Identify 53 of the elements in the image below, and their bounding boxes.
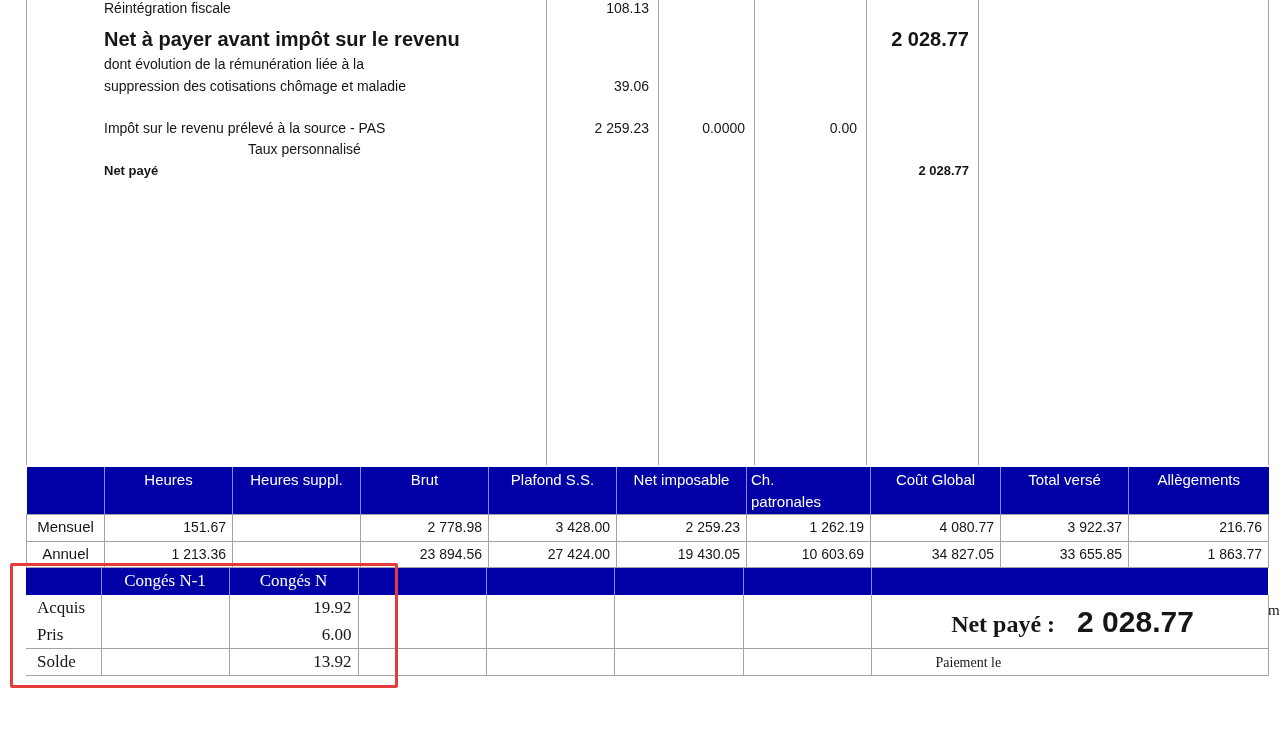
column-header: Allègements	[1128, 467, 1269, 514]
line-label: Impôt sur le revenu prélevé à la source - PAS	[104, 120, 386, 136]
leave-value: 19.92	[313, 598, 352, 618]
row-label: Acquis	[37, 598, 86, 618]
amount-value: 39.06	[613, 77, 649, 94]
table-value: 23 894.56	[419, 545, 482, 562]
net-pay-label: Net payé :	[951, 609, 1056, 639]
table-value: 4 080.77	[939, 519, 994, 535]
net-amount: 2 028.77	[918, 163, 969, 178]
line-label: dont évolution de la rémunération liée à la	[104, 55, 364, 72]
table-value: 34 827.05	[931, 545, 994, 562]
row-label: Annuel	[42, 544, 89, 562]
payment-date-label: Paiement le	[935, 655, 1002, 670]
column-header: Heures	[104, 467, 233, 514]
table-value: 1 262.19	[809, 519, 864, 535]
column-header: Net imposable	[616, 467, 747, 514]
column-header: Brut	[360, 467, 489, 514]
column-header: Congés N	[229, 567, 358, 595]
table-value: 33 655.85	[1059, 545, 1122, 562]
column-header: Total versé	[1000, 467, 1129, 514]
table-value: 3 922.37	[1067, 519, 1122, 535]
table-value: 1 863.77	[1207, 545, 1262, 562]
table-value: 10 603.69	[801, 545, 864, 562]
line-label: Taux personnalisé	[248, 141, 361, 157]
table-value: 2 778.98	[427, 519, 482, 535]
section-heading: Net à payer avant impôt sur le revenu	[104, 28, 460, 50]
table-value: 27 424.00	[547, 545, 610, 562]
column-header: Congés N-1	[101, 567, 229, 595]
amount-value: 2 259.23	[594, 120, 649, 136]
table-value: 3 428.00	[555, 519, 610, 535]
net-pay-amount: 2 028.77	[1077, 603, 1194, 640]
row-label: Pris	[37, 625, 64, 644]
table-value: 19 430.05	[677, 545, 740, 562]
table-value: 1 213.36	[171, 545, 226, 562]
row-label: Solde	[37, 652, 76, 671]
table-value: 151.67	[183, 519, 226, 535]
row-label: Mensuel	[37, 518, 94, 536]
leave-value: 13.92	[313, 652, 352, 671]
table-value: 216.76	[1219, 519, 1262, 535]
amount-value: 0.0000	[702, 120, 745, 136]
total-label: Net payé	[104, 163, 159, 178]
table-value: 2 259.23	[685, 519, 740, 535]
net-amount: 2 028.77	[891, 28, 969, 50]
amount-value: 0.00	[829, 120, 857, 136]
amount-value: 108.13	[606, 0, 649, 16]
column-header: Plafond S.S.	[488, 467, 617, 514]
column-header: Coût Global	[870, 467, 1001, 514]
leave-value: 6.00	[321, 625, 352, 644]
column-header: Heures suppl.	[232, 467, 361, 514]
text-fragment: m	[1268, 600, 1280, 619]
column-header: Ch. patronales	[746, 467, 871, 514]
line-label: suppression des cotisations chômage et maladie	[104, 77, 406, 94]
line-label: Réintégration fiscale	[104, 0, 231, 16]
